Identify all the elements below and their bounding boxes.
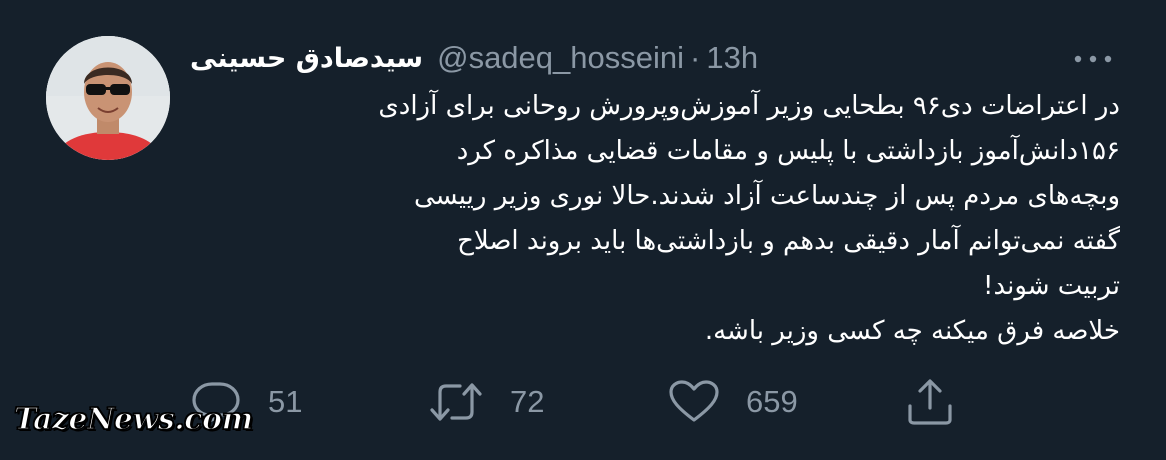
timestamp[interactable]: 13h bbox=[706, 40, 758, 76]
share-icon bbox=[908, 379, 952, 425]
tweet-text-line: گفته نمی‌توانم آمار دقیقی بدهم و بازداشت… bbox=[457, 226, 1120, 256]
tweet-text: در اعتراضات دی۹۶ بطحایی وزیر آموزش‌وپرور… bbox=[190, 84, 1120, 354]
tweet-header: سیدصادق حسینی @sadeq_hosseini · 13h bbox=[190, 38, 758, 78]
more-dots-icon bbox=[1074, 55, 1112, 63]
reply-count: 51 bbox=[268, 384, 303, 419]
more-options-button[interactable] bbox=[1068, 44, 1118, 74]
avatar[interactable] bbox=[46, 36, 170, 160]
tweet-card: سیدصادق حسینی @sadeq_hosseini · 13h در ا… bbox=[0, 0, 1166, 460]
display-name[interactable]: سیدصادق حسینی bbox=[190, 43, 423, 74]
heart-icon bbox=[669, 380, 719, 422]
watermark: TazeNews.com bbox=[13, 401, 254, 437]
share-button[interactable] bbox=[904, 372, 956, 432]
tweet-text-line: وبچه‌های مردم پس از چندساعت آزاد شدند.حا… bbox=[413, 181, 1120, 211]
like-count: 659 bbox=[746, 384, 798, 419]
retweet-button[interactable]: 72 bbox=[428, 372, 544, 432]
tweet-text-line: ۱۵۶دانش‌آموز بازداشتی با پلیس و مقامات ق… bbox=[456, 136, 1120, 166]
retweet-count: 72 bbox=[510, 384, 545, 419]
retweet-icon bbox=[430, 383, 482, 421]
like-button[interactable]: 659 bbox=[668, 372, 798, 432]
user-handle[interactable]: @sadeq_hosseini bbox=[437, 40, 684, 76]
tweet-text-line: خلاصه فرق میکنه چه کسی وزیر باشه. bbox=[704, 316, 1120, 346]
avatar-photo bbox=[46, 36, 170, 160]
separator-dot: · bbox=[690, 40, 701, 75]
tweet-text-line: در اعتراضات دی۹۶ بطحایی وزیر آموزش‌وپرور… bbox=[378, 91, 1120, 121]
tweet-text-line: تربیت شوند! bbox=[983, 271, 1120, 301]
